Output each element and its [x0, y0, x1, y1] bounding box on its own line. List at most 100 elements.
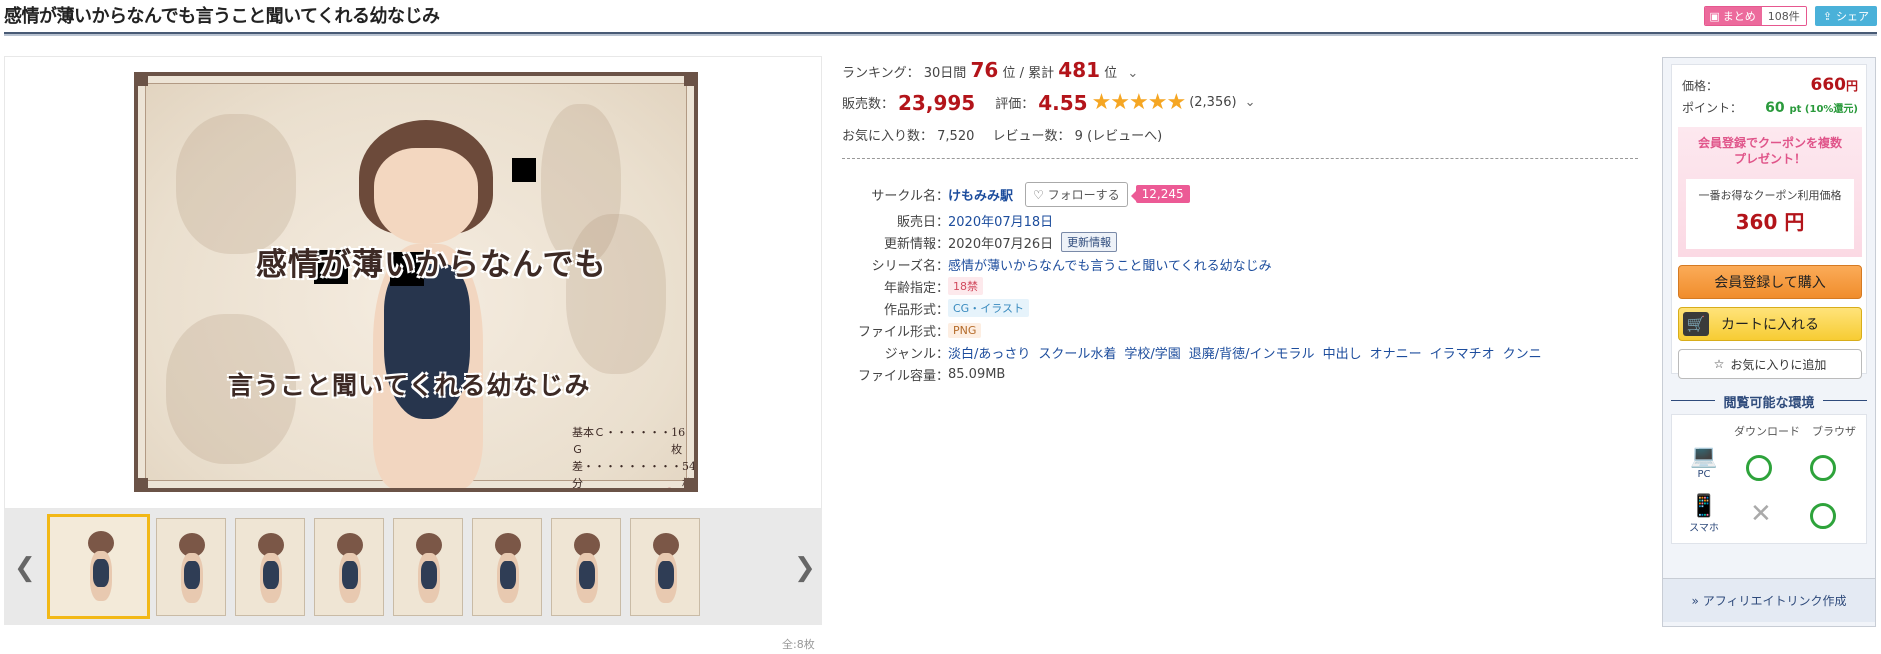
ranking-separator: / — [1019, 66, 1024, 81]
review-count: 9 — [1074, 129, 1083, 144]
spec-row-circle: サークル名： けもみみ駅 ♡ フォローする 12,245 — [842, 179, 1542, 209]
spec-row-release: 販売日： 2020年07月18日 — [842, 209, 1542, 231]
ranking-period: 30日間 — [923, 66, 967, 81]
ranking-total-value: 481 — [1058, 58, 1101, 82]
price-unit: 円 — [1845, 79, 1858, 93]
spec-row-format: 作品形式： CG・イラスト — [842, 297, 1542, 319]
age-rating-badge: 18禁 — [948, 277, 983, 295]
thumbnail[interactable] — [314, 518, 384, 616]
unavailable-cross-icon: ✕ — [1750, 499, 1772, 529]
sales-row: 販売数： 23,995 評価： 4.55 ★★★★★ (2,356) ⌄ — [842, 90, 1255, 115]
double-chevron-right-icon: » — [1691, 593, 1699, 608]
favorites-value: 7,520 — [937, 129, 975, 144]
spec-colon: ： — [936, 302, 950, 318]
spec-key: シリーズ名 — [871, 258, 936, 274]
price-label: 価格： — [1682, 79, 1719, 93]
header-buttons: ▣ まとめ 108件 ⇪ シェア — [1704, 6, 1877, 26]
image-page-count: 全:8枚 — [782, 638, 815, 651]
spec-colon: ： — [936, 368, 950, 384]
sales-label: 販売数： — [842, 97, 895, 112]
favorites-label: お気に入り数： — [842, 129, 934, 144]
spec-colon: ： — [936, 236, 950, 252]
spec-colon: ： — [936, 280, 950, 296]
add-to-cart-button[interactable]: 🛒 カートに入れる — [1678, 307, 1862, 341]
ranking-unit: 位 — [1002, 66, 1016, 81]
genre-link[interactable]: 学校/学園 — [1124, 343, 1180, 362]
available-circle-icon — [1810, 455, 1836, 481]
coupon-price: 360 円 — [1735, 210, 1805, 234]
spec-colon: ： — [936, 346, 950, 362]
thumbnail[interactable] — [235, 518, 305, 616]
download-header: ダウンロード — [1734, 425, 1800, 438]
genre-link[interactable]: スクール水着 — [1038, 343, 1116, 362]
share-icon: ⇪ — [1822, 9, 1832, 23]
share-button[interactable]: ⇪ シェア — [1814, 6, 1877, 26]
genre-link[interactable]: イラマチオ — [1430, 343, 1495, 362]
product-image-panel: 感情が薄いからなんでも 言うこと聞いてくれる幼なじみ 基本ＣＧ ・・・・・・ 16枚… — [4, 56, 822, 509]
coupon-banner[interactable]: 会員登録でクーポンを複数 プレゼント！ 一番お得なクーポン利用価格 360 円 — [1678, 127, 1862, 257]
genre-link[interactable]: クンニ — [1503, 343, 1542, 362]
thumbnail[interactable] — [472, 518, 542, 616]
coupon-text: プレゼント！ — [1733, 152, 1806, 166]
spec-key: ジャンル — [884, 346, 936, 362]
star-rating-icon: ★★★★★ — [1091, 90, 1187, 115]
ranking-row: ランキング： 30日間 76 位 / 累計 481 位 ⌄ — [842, 58, 1138, 82]
genre-link[interactable]: 淡白/あっさり — [948, 343, 1030, 362]
price-value: 660 — [1810, 75, 1846, 95]
register-buy-button[interactable]: 会員登録して購入 — [1678, 265, 1862, 299]
fav-label: お気に入りに追加 — [1730, 357, 1827, 372]
available-circle-icon — [1746, 455, 1772, 481]
chevron-down-icon[interactable]: ⌄ — [1127, 66, 1138, 81]
thumbnail[interactable] — [47, 514, 150, 619]
environment-box: ダウンロード ブラウザ 💻 PC 📱 スマホ ✕ — [1671, 414, 1867, 544]
thumbnail[interactable] — [630, 518, 700, 616]
product-main-image[interactable]: 感情が薄いからなんでも 言うこと聞いてくれる幼なじみ 基本ＣＧ ・・・・・・ 16枚… — [134, 72, 698, 492]
spec-colon: ： — [936, 324, 950, 340]
review-link[interactable]: (レビューへ) — [1087, 129, 1162, 144]
cg-row-label: 基本ＣＧ — [572, 426, 605, 456]
spec-row-series: シリーズ名： 感情が薄いからなんでも言うこと聞いてくれる幼なじみ — [842, 253, 1542, 275]
add-favorite-button[interactable]: ☆ お気に入りに追加 — [1678, 349, 1862, 379]
filesize-value: 85.09MB — [948, 366, 1006, 382]
matome-count: 108件 — [1761, 7, 1806, 25]
affiliate-link-button[interactable]: » アフィリエイトリンク作成 — [1663, 578, 1875, 622]
smartphone-icon: 📱 — [1690, 494, 1718, 519]
chevron-left-icon[interactable]: ❮ — [14, 553, 36, 583]
follow-button[interactable]: ♡ フォローする — [1025, 181, 1128, 207]
cg-count-box: 基本ＣＧ・・・・・・16枚 差分・・・・・・・・・54枚 計70枚 — [572, 424, 694, 488]
spec-row-filesize: ファイル容量： 85.09MB — [842, 363, 1542, 385]
filetype-badge: PNG — [948, 322, 982, 338]
thumbnail-strip: ❮ ❯ — [4, 509, 822, 625]
censor-bar — [512, 158, 536, 182]
matome-button[interactable]: ▣ まとめ 108件 — [1704, 6, 1807, 26]
point-unit: pt (10%還元) — [1789, 104, 1859, 115]
cg-total-number: 70 — [646, 484, 677, 488]
follow-count-badge: 12,245 — [1130, 185, 1190, 203]
chevron-down-icon[interactable]: ⌄ — [1245, 95, 1256, 110]
genre-link[interactable]: 退廃/背徳/インモラル — [1189, 343, 1315, 362]
release-date-link[interactable]: 2020年07月18日 — [948, 211, 1053, 230]
update-date: 2020年07月26日 — [948, 236, 1054, 252]
circle-name-link[interactable]: けもみみ駅 — [948, 185, 1013, 204]
browser-header: ブラウザ — [1812, 425, 1856, 438]
spec-key: サークル名 — [871, 188, 936, 204]
thumbnail[interactable] — [156, 518, 226, 616]
spec-row-age: 年齢指定： 18禁 — [842, 275, 1542, 297]
format-badge[interactable]: CG・イラスト — [948, 299, 1029, 317]
spec-table: サークル名： けもみみ駅 ♡ フォローする 12,245 販売日： 2020年0… — [842, 179, 1542, 385]
thumbnail[interactable] — [393, 518, 463, 616]
share-label: シェア — [1836, 10, 1869, 23]
update-info-button[interactable]: 更新情報 — [1061, 232, 1118, 252]
genre-link[interactable]: 中出し — [1323, 343, 1362, 362]
spec-key: 年齢指定 — [883, 280, 936, 296]
purchase-sidebar: 価格： 660円 ポイント： 60 pt (10%還元) 会員登録でクーポンを複… — [1662, 57, 1876, 627]
rating-count[interactable]: (2,356) — [1189, 95, 1236, 110]
spec-key: 作品形式 — [883, 302, 936, 318]
heart-icon: ♡ — [1033, 187, 1044, 202]
series-link[interactable]: 感情が薄いからなんでも言うこと聞いてくれる幼なじみ — [948, 255, 1272, 274]
chevron-right-icon[interactable]: ❯ — [794, 553, 816, 583]
genre-link[interactable]: オナニー — [1370, 343, 1422, 362]
review-label: レビュー数： — [992, 129, 1071, 144]
thumbnail[interactable] — [551, 518, 621, 616]
sales-value: 23,995 — [898, 90, 976, 115]
